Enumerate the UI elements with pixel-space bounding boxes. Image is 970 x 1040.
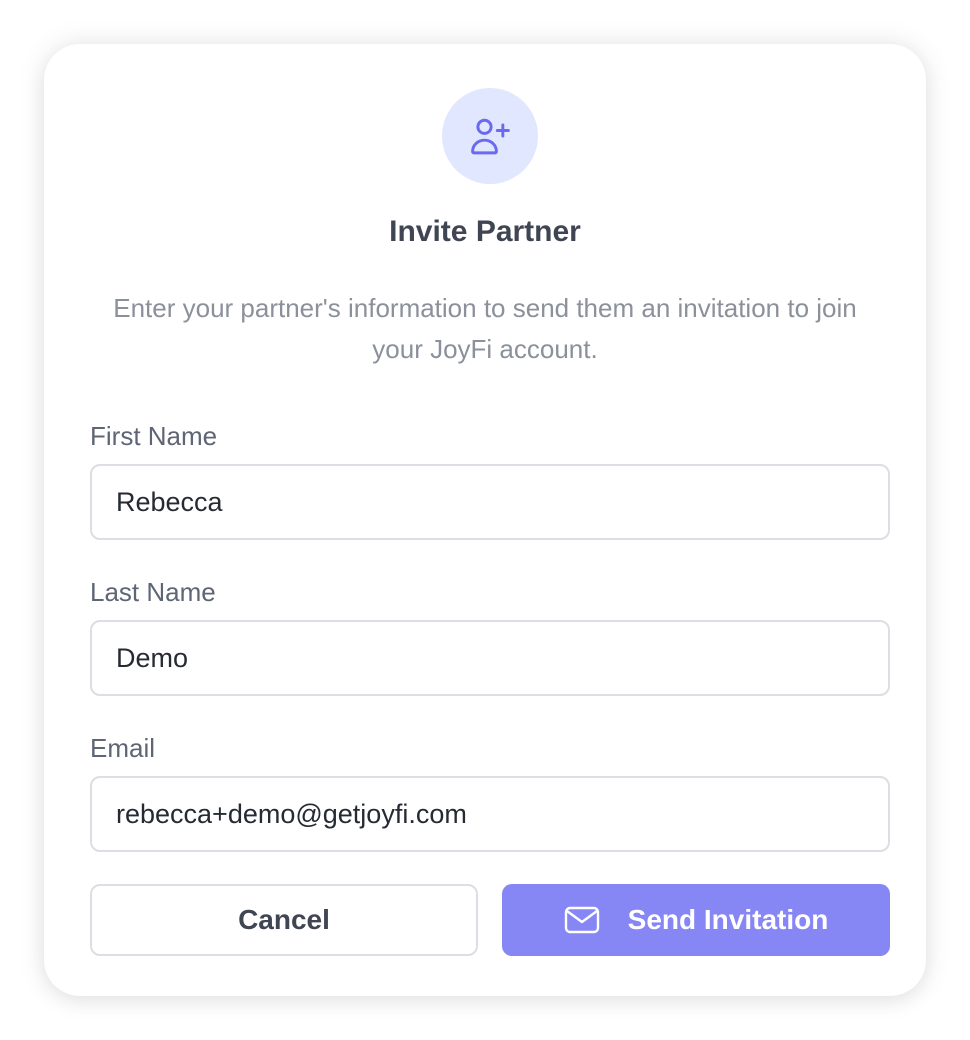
dialog-description: Enter your partner's information to send… [113,293,857,364]
email-label: Email [90,733,156,763]
last-name-label: Last Name [90,577,216,607]
last-name-input[interactable] [90,620,890,696]
dialog-title: Invite Partner [389,215,581,248]
send-invitation-button[interactable]: Send Invitation [502,884,890,956]
send-invitation-label: Send Invitation [627,904,829,935]
email-input[interactable] [90,776,890,852]
cancel-button-label: Cancel [238,904,330,935]
user-plus-icon [442,88,538,184]
invite-partner-dialog: Invite Partner Enter your partner's info… [44,44,926,996]
cancel-button[interactable]: Cancel [90,884,478,956]
first-name-label: First Name [90,421,218,451]
mail-icon [564,906,600,934]
first-name-input[interactable] [90,464,890,540]
